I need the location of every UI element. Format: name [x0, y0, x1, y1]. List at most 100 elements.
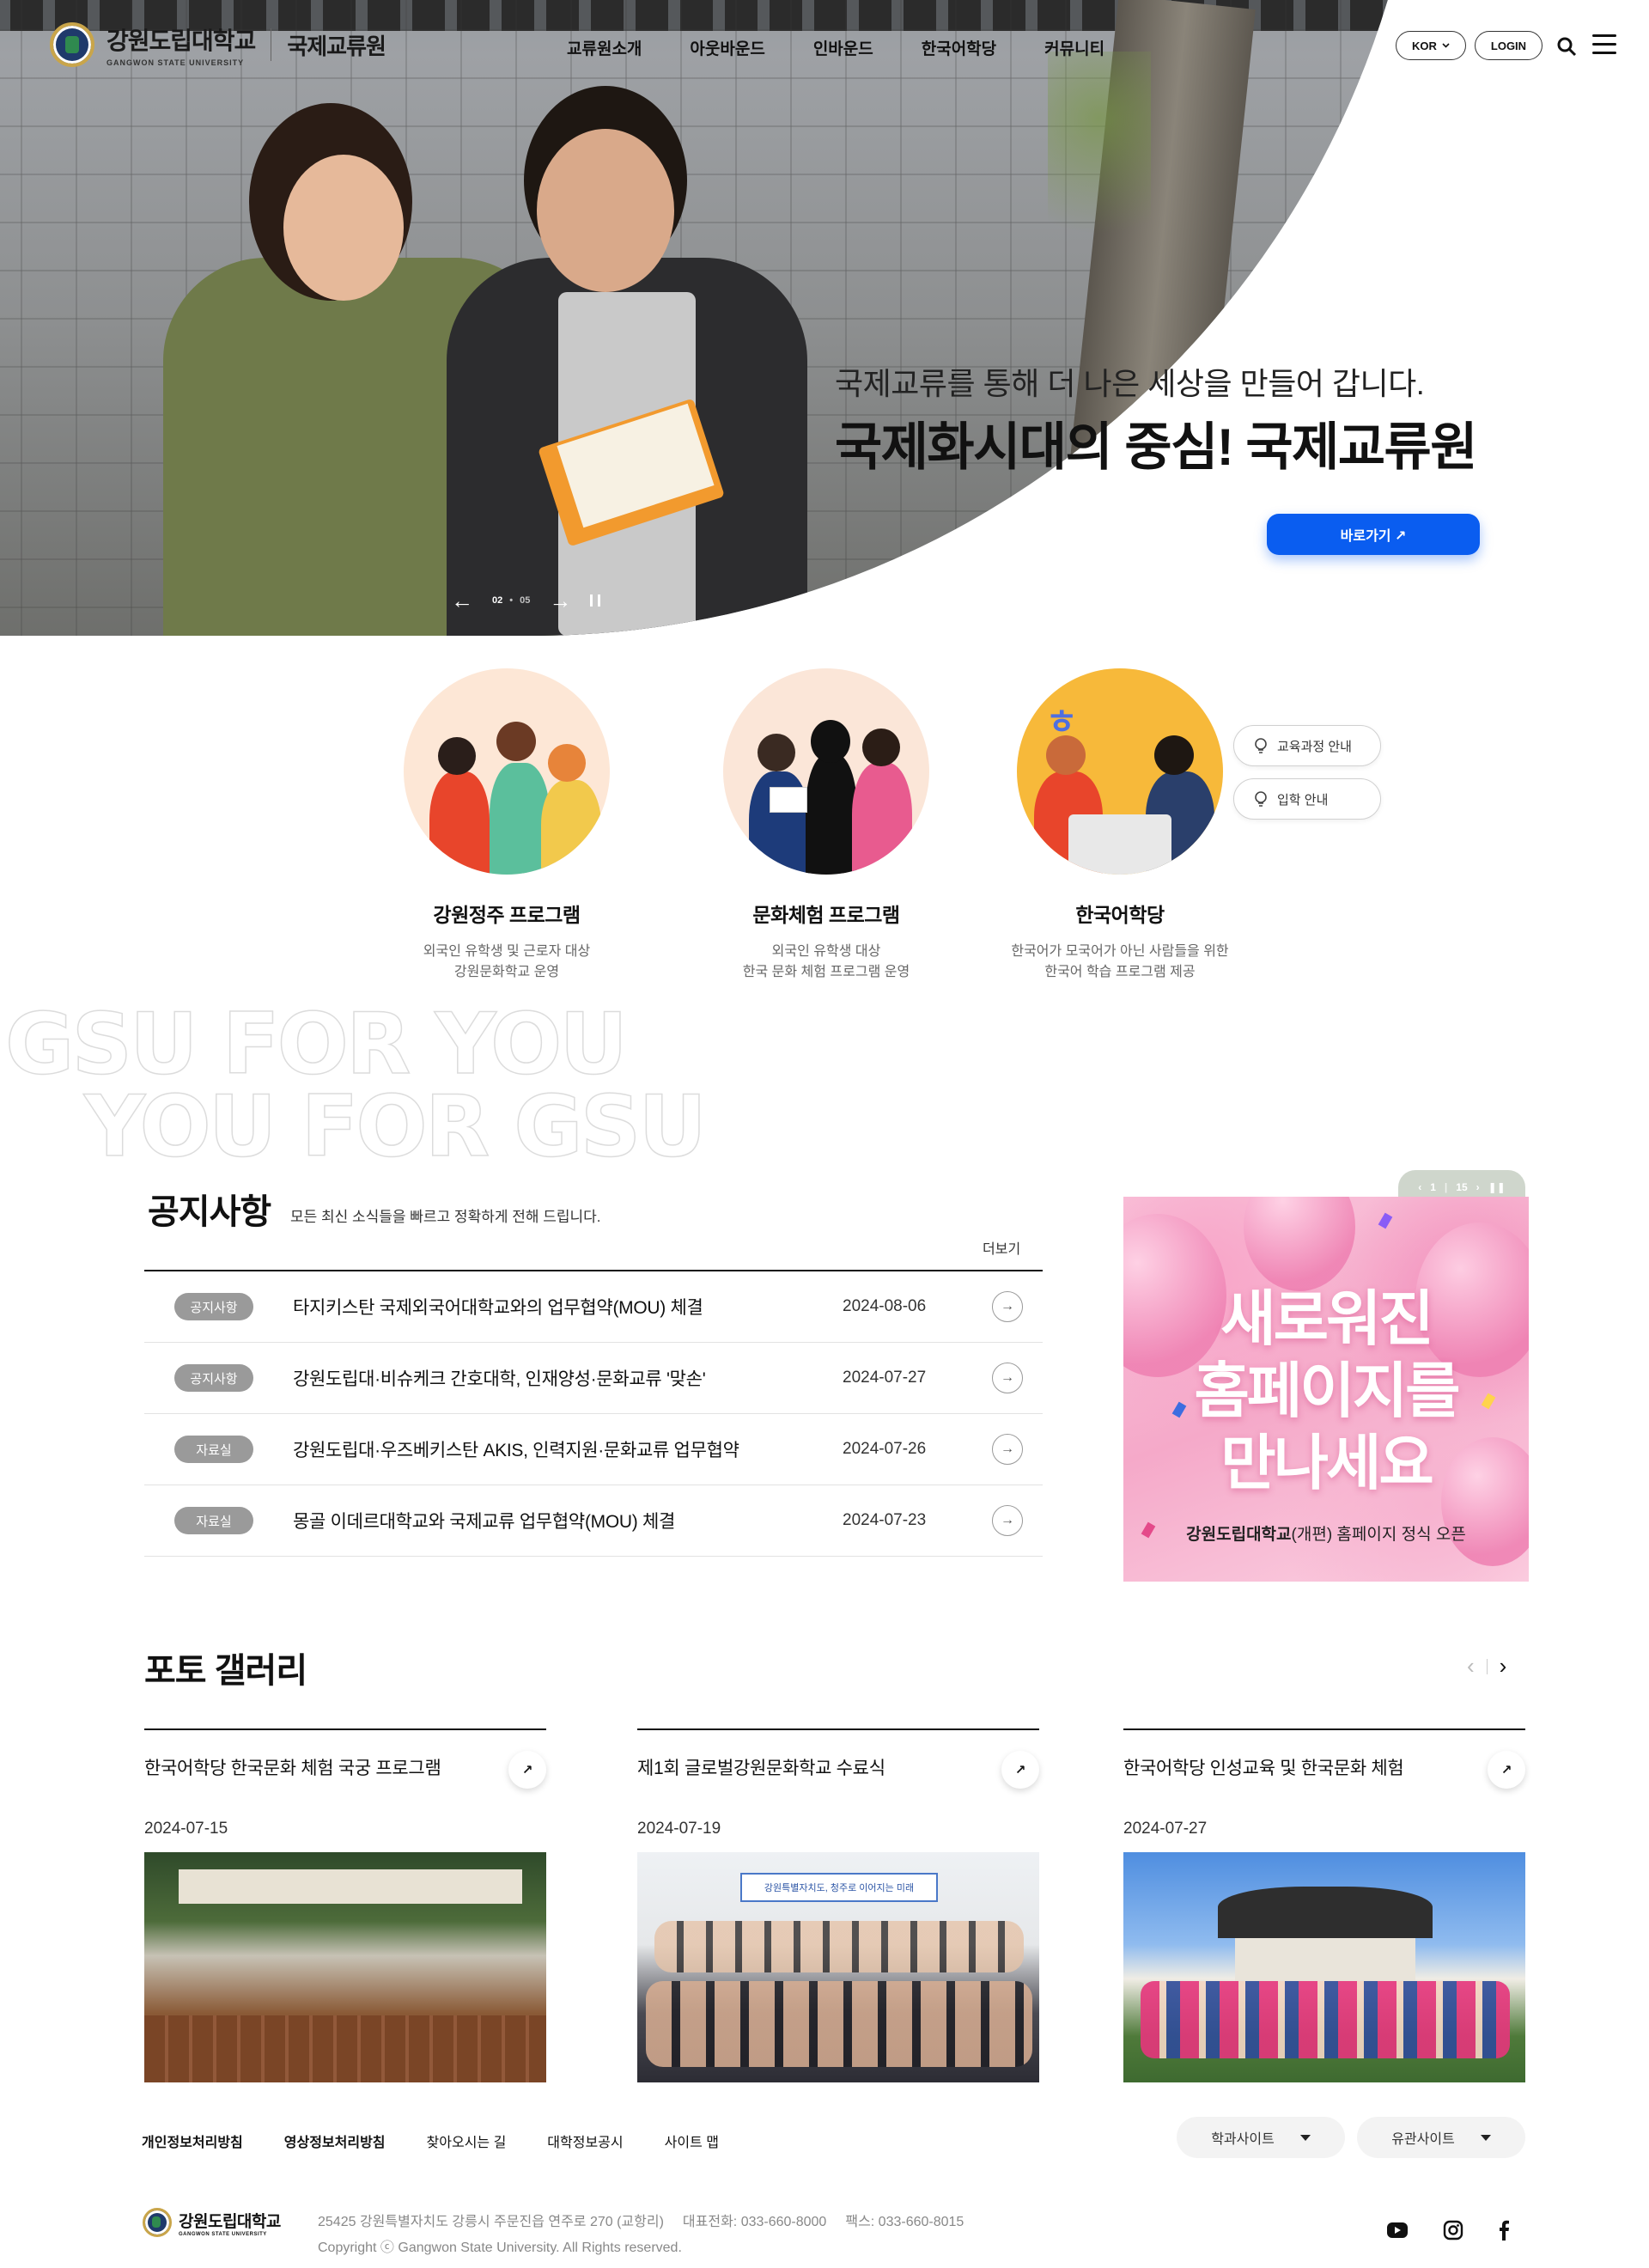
confetti-graphic — [1378, 1212, 1393, 1229]
banner-caption: 강원도립대학교(개편) 홈페이지 정식 오픈 — [1123, 1521, 1529, 1545]
photo-people-row — [654, 1921, 1024, 1972]
footer-logo-text: 강원도립대학교 GANGWON STATE UNIVERSITY — [179, 2209, 281, 2237]
university-seal-icon — [143, 2208, 172, 2237]
notice-row-title[interactable]: 타지키스탄 국제외국어대학교와의 업무협약(MOU) 체결 — [293, 1294, 843, 1320]
arrow-right-icon[interactable]: → — [992, 1505, 1023, 1536]
slide-total: 05 — [520, 595, 531, 606]
program-desc: 한국어가 모국어가 아닌 사람들을 위한 한국어 학습 프로그램 제공 — [957, 942, 1283, 983]
promo-banner[interactable]: 새로워진 홈페이지를 만나세요 강원도립대학교(개편) 홈페이지 정식 오픈 — [1123, 1197, 1529, 1582]
illust-head — [811, 720, 850, 763]
search-icon[interactable] — [1556, 36, 1577, 57]
illust-head — [548, 744, 586, 782]
gallery-photo-graduation[interactable]: 강원특별자치도, 청주로 이어지는 미래 — [637, 1852, 1039, 2082]
program-card-culture[interactable]: 문화체험 프로그램 외국인 유학생 대상 한국 문화 체험 프로그램 운영 — [663, 668, 989, 983]
notice-row[interactable]: 자료실 몽골 이데르대학교와 국제교류 업무협약(MOU) 체결 2024-07… — [144, 1485, 1043, 1557]
notice-row[interactable]: 공지사항 강원도립대·비슈케크 간호대학, 인재양성·문화교류 '맞손' 202… — [144, 1343, 1043, 1414]
hero-title: 국제화시대의 중심! 국제교류원 — [835, 418, 1477, 476]
prev-arrow-icon[interactable]: ← — [451, 589, 473, 612]
arrow-right-icon[interactable]: → — [992, 1363, 1023, 1393]
notice-more-link[interactable]: 더보기 — [983, 1237, 1020, 1258]
program-desc: 외국인 유학생 및 근로자 대상 강원문화학교 운영 — [344, 942, 670, 983]
footer-copyright: Copyright ⓒ Gangwon State University. Al… — [318, 2241, 682, 2255]
program-desc-line1: 한국어가 모국어가 아닌 사람들을 위한 — [1011, 944, 1229, 959]
site-logo[interactable]: 강원도립대학교 GANGWON STATE UNIVERSITY 국제교류원 — [50, 22, 386, 67]
nav-item-korean-institute[interactable]: 한국어학당 — [922, 36, 996, 59]
site-selects: 학과사이트 유관사이트 — [1177, 2117, 1525, 2158]
banner-headline-line3: 만나세요 — [1220, 1430, 1434, 1497]
notice-row-title[interactable]: 강원도립대·비슈케크 간호대학, 인재양성·문화교류 '맞손' — [293, 1365, 843, 1391]
illust-head — [438, 737, 476, 775]
department-site-select[interactable]: 학과사이트 — [1177, 2117, 1345, 2158]
banner-current: 1 — [1430, 1181, 1436, 1193]
nav-item-outbound[interactable]: 아웃바운드 — [690, 36, 764, 59]
login-button[interactable]: LOGIN — [1474, 31, 1543, 60]
curriculum-guide-button[interactable]: 교육과정 안내 — [1233, 725, 1381, 766]
footer-link-cctv-policy[interactable]: 영상정보처리방침 — [284, 2131, 386, 2151]
caret-down-icon — [1299, 2134, 1311, 2141]
arrow-right-icon[interactable]: → — [992, 1434, 1023, 1465]
chevron-right-icon[interactable]: › — [1476, 1181, 1480, 1193]
admission-guide-button[interactable]: 입학 안내 — [1233, 778, 1381, 820]
hero-go-button[interactable]: 바로가기 ↗ — [1267, 514, 1480, 555]
nav-item-community[interactable]: 커뮤니티 — [1044, 36, 1104, 59]
hamburger-menu-icon[interactable] — [1592, 34, 1616, 55]
pause-icon[interactable] — [590, 594, 601, 607]
notice-row[interactable]: 공지사항 타지키스탄 국제외국어대학교와의 업무협약(MOU) 체결 2024-… — [144, 1271, 1043, 1343]
arrow-right-icon[interactable]: → — [992, 1291, 1023, 1322]
gallery-card[interactable]: 제1회 글로벌강원문화학교 수료식 ↗ 2024-07-19 강원특별자치도, … — [637, 1728, 1039, 2082]
facebook-icon[interactable] — [1498, 2220, 1510, 2241]
program-card-korean[interactable]: ㅎ 한국어학당 한국어가 모국어가 아닌 사람들을 위한 한국어 학습 프로그램… — [957, 668, 1283, 983]
notice-row[interactable]: 자료실 강원도립대·우즈베키스탄 AKIS, 인력지원·문화교류 업무협약 20… — [144, 1414, 1043, 1485]
nav-item-inbound[interactable]: 인바운드 — [813, 36, 873, 59]
footer-link-directions[interactable]: 찾아오시는 길 — [427, 2131, 507, 2151]
footer-link-disclosure[interactable]: 대학정보공시 — [547, 2131, 623, 2151]
logo-english: GANGWON STATE UNIVERSITY — [106, 58, 245, 67]
language-select[interactable]: KOR — [1396, 31, 1466, 60]
chevron-left-icon[interactable]: ‹ — [1418, 1181, 1421, 1193]
site-name: 국제교류원 — [287, 33, 386, 59]
gallery-card-title[interactable]: 한국어학당 인성교육 및 한국문화 체험 — [1123, 1754, 1525, 1780]
footer-link-sitemap[interactable]: 사이트 맵 — [665, 2131, 719, 2151]
select-label: 유관사이트 — [1391, 2132, 1455, 2147]
next-arrow-icon[interactable]: → — [549, 589, 571, 612]
photo-hanok-roof — [1218, 1887, 1433, 1938]
culture-illustration — [723, 668, 929, 875]
footer-address-line: 25425 강원특별자치도 강릉시 주문진읍 연주로 270 (교항리) 대표전화… — [318, 2210, 983, 2235]
slogan-outline-text: GSU FOR YOU YOU FOR GSU — [4, 1002, 707, 1170]
arrow-up-right-icon[interactable]: ↗ — [508, 1751, 546, 1789]
youtube-icon[interactable] — [1386, 2222, 1409, 2239]
caret-down-icon — [1480, 2134, 1491, 2141]
gallery-card[interactable]: 한국어학당 한국문화 체험 국궁 프로그램 ↗ 2024-07-15 — [144, 1728, 546, 2082]
banner-total: 15 — [1456, 1181, 1468, 1193]
arrow-up-right-icon[interactable]: ↗ — [1488, 1751, 1525, 1789]
chevron-down-icon — [1442, 43, 1450, 48]
korean-illustration: ㅎ — [1017, 668, 1223, 875]
notice-row-title[interactable]: 강원도립대·우즈베키스탄 AKIS, 인력지원·문화교류 업무협약 — [293, 1436, 843, 1462]
notice-row-title[interactable]: 몽골 이데르대학교와 국제교류 업무협약(MOU) 체결 — [293, 1508, 843, 1533]
logo-korean: 강원도립대학교 — [106, 27, 256, 54]
program-desc-line1: 외국인 유학생 및 근로자 대상 — [423, 944, 591, 959]
chevron-right-icon[interactable]: › — [1500, 1653, 1507, 1680]
nav-item-about[interactable]: 교류원소개 — [567, 36, 642, 59]
gallery-card-title[interactable]: 제1회 글로벌강원문화학교 수료식 — [637, 1754, 1039, 1780]
gallery-photo-hanbok[interactable] — [1123, 1852, 1525, 2082]
gallery-card-title[interactable]: 한국어학당 한국문화 체험 국궁 프로그램 — [144, 1754, 546, 1780]
banner-caption-rest: (개편) 홈페이지 정식 오픈 — [1291, 1526, 1466, 1544]
footer-address: 25425 강원특별자치도 강릉시 주문진읍 연주로 270 (교항리) — [318, 2215, 664, 2229]
notice-list: 공지사항 타지키스탄 국제외국어대학교와의 업무협약(MOU) 체결 2024-… — [144, 1270, 1043, 1557]
photo-banner-text: 강원특별자치도, 청주로 이어지는 미래 — [740, 1873, 938, 1902]
gallery-photo-archery[interactable] — [144, 1852, 546, 2082]
instagram-icon[interactable] — [1443, 2220, 1463, 2241]
slide-counter: 02 • 05 — [492, 595, 531, 606]
slide-current: 02 — [492, 595, 503, 606]
footer-link-privacy[interactable]: 개인정보처리방침 — [142, 2131, 243, 2151]
arrow-up-right-icon[interactable]: ↗ — [1001, 1751, 1039, 1789]
program-card-settlement[interactable]: 강원정주 프로그램 외국인 유학생 및 근로자 대상 강원문화학교 운영 — [344, 668, 670, 983]
illust-head — [862, 729, 900, 766]
gallery-card[interactable]: 한국어학당 인성교육 및 한국문화 체험 ↗ 2024-07-27 — [1123, 1728, 1525, 2082]
gallery-nav-divider — [1486, 1658, 1488, 1674]
pause-icon[interactable]: ❚❚ — [1488, 1181, 1506, 1193]
related-site-select[interactable]: 유관사이트 — [1357, 2117, 1525, 2158]
hangul-letter-icon: ㅎ — [1045, 704, 1078, 741]
chevron-left-icon[interactable]: ‹ — [1467, 1653, 1475, 1680]
